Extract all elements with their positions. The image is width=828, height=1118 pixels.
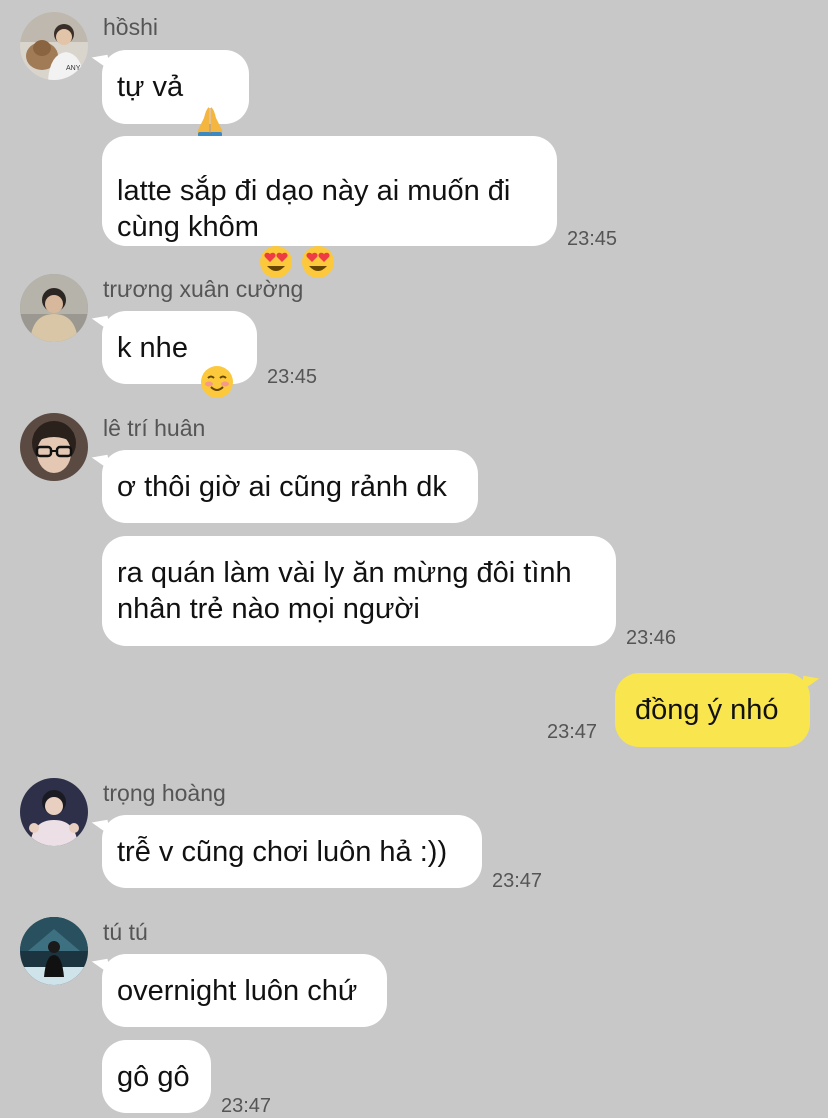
message-text: trễ v cũng chơi luôn hả :))	[117, 835, 448, 868]
message-bubble[interactable]: ơ thôi giờ ai cũng rảnh dk	[102, 450, 478, 523]
avatar-huan-icon	[20, 413, 88, 481]
message-bubble[interactable]: overnight luôn chứ	[102, 954, 387, 1027]
sender-name: trọng hoàng	[103, 780, 226, 806]
timestamp: 23:45	[267, 366, 318, 388]
message-bubble[interactable]: tự vả	[102, 50, 249, 137]
sender-name: lê trí huân	[103, 415, 206, 441]
avatar-tu-icon	[20, 917, 88, 985]
avatar-huan[interactable]	[20, 413, 88, 481]
avatar-hoshi[interactable]: ANY	[20, 12, 88, 80]
message-text: overnight luôn chứ	[117, 974, 358, 1007]
timestamp: 23:47	[492, 870, 543, 892]
avatar-cuong-icon	[20, 274, 88, 342]
timestamp: 23:47	[221, 1095, 272, 1117]
message-bubble[interactable]: k nhe	[102, 311, 257, 398]
message-bubble[interactable]: gô gô	[102, 1040, 211, 1113]
message-text: ơ thôi giờ ai cũng rảnh dk	[117, 470, 447, 503]
timestamp: 23:45	[567, 228, 618, 250]
message-content: latte sắp đi dạo này ai muốn đi cùng khô…	[117, 137, 510, 279]
avatar-tu[interactable]	[20, 917, 88, 985]
sender-name: trương xuân cường	[103, 276, 304, 302]
message-text: tự vả	[117, 71, 184, 103]
smiling-face-icon	[200, 329, 234, 398]
avatar-hoang[interactable]	[20, 778, 88, 846]
avatar-cuong[interactable]	[20, 274, 88, 342]
timestamp: 23:47	[547, 721, 598, 743]
avatar-hoang-icon	[20, 778, 88, 846]
timestamp: 23:46	[626, 627, 677, 649]
message-bubble[interactable]: latte sắp đi dạo này ai muốn đi cùng khô…	[102, 136, 557, 279]
own-message-bubble[interactable]: đồng ý nhó	[615, 673, 810, 747]
message-bubble[interactable]: ra quán làm vài ly ăn mừng đôi tình nhân…	[102, 536, 616, 646]
sender-name: tú tú	[103, 919, 148, 945]
svg-text:ANY: ANY	[66, 65, 81, 72]
message-text: ra quán làm vài ly ăn mừng đôi tình nhân…	[117, 557, 572, 625]
sender-name: hồshi	[103, 14, 158, 40]
message-text: gô gô	[117, 1060, 190, 1093]
heart-eyes-icon	[259, 209, 293, 279]
heart-eyes-icon	[301, 209, 335, 279]
message-text: k nhe	[117, 331, 188, 364]
folded-hands-icon	[193, 68, 227, 137]
message-text: đồng ý nhó	[635, 694, 779, 726]
avatar-hoshi-icon: ANY	[20, 12, 88, 80]
message-bubble[interactable]: trễ v cũng chơi luôn hả :))	[102, 815, 482, 888]
